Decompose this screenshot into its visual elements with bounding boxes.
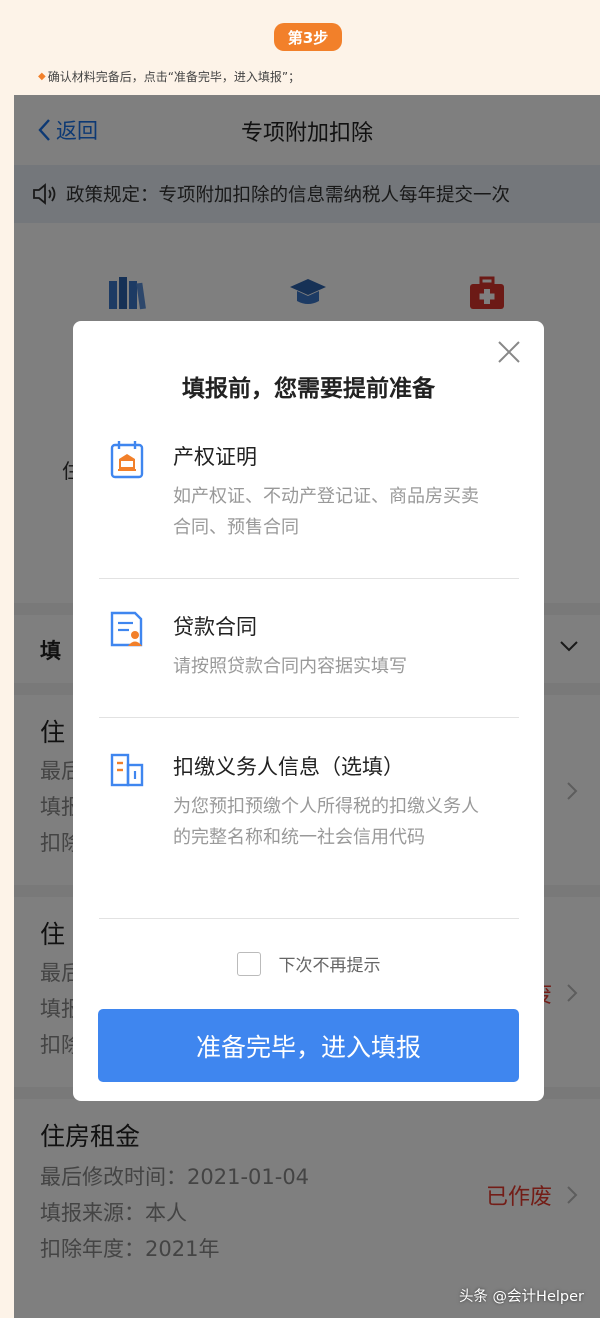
preparation-dialog: 填报前，您需要提前准备 产权证明 如产权证、不动产登记证、商品房买卖合同、预售合… (73, 321, 544, 1101)
divider (99, 578, 519, 579)
step-badge: 第3步 (274, 23, 342, 51)
instruction-label: 确认材料完备后，点击“准备完毕，进入填报”； (47, 70, 301, 84)
app-screen: 返回 专项附加扣除 政策规定：专项附加扣除的信息需纳税人每年提交一次 住 (14, 95, 600, 1318)
prep-item-heading: 扣缴义务人信息（选填） (173, 755, 404, 779)
divider (99, 918, 519, 919)
prep-item-desc: 请按照贷款合同内容据实填写 (173, 656, 407, 677)
dont-show-again-row[interactable]: 下次不再提示 (73, 951, 544, 976)
prep-item-desc: 如产权证、不动产登记证、商品房买卖合同、预售合同 (173, 486, 479, 538)
dont-show-again-checkbox[interactable] (236, 951, 261, 976)
prep-item-heading: 贷款合同 (173, 615, 257, 639)
confirm-button[interactable]: 准备完毕，进入填报 (98, 1009, 519, 1082)
watermark: 头条 @会计Helper (458, 1289, 584, 1305)
divider (99, 717, 519, 718)
checkbox-label: 下次不再提示 (278, 956, 381, 976)
prep-item-heading: 产权证明 (173, 445, 257, 469)
bullet-icon: ◆ (38, 71, 46, 82)
dialog-title: 填报前，您需要提前准备 (182, 376, 435, 402)
withholding-agent-icon (110, 753, 144, 787)
instruction-text: ◆ 确认材料完备后，点击“准备完毕，进入填报”； (38, 68, 300, 85)
property-certificate-icon (110, 441, 144, 479)
loan-contract-icon (110, 611, 143, 647)
close-icon[interactable] (496, 339, 522, 365)
prep-item-desc: 为您预扣预缴个人所得税的扣缴义务人的完整名称和统一社会信用代码 (173, 796, 479, 848)
